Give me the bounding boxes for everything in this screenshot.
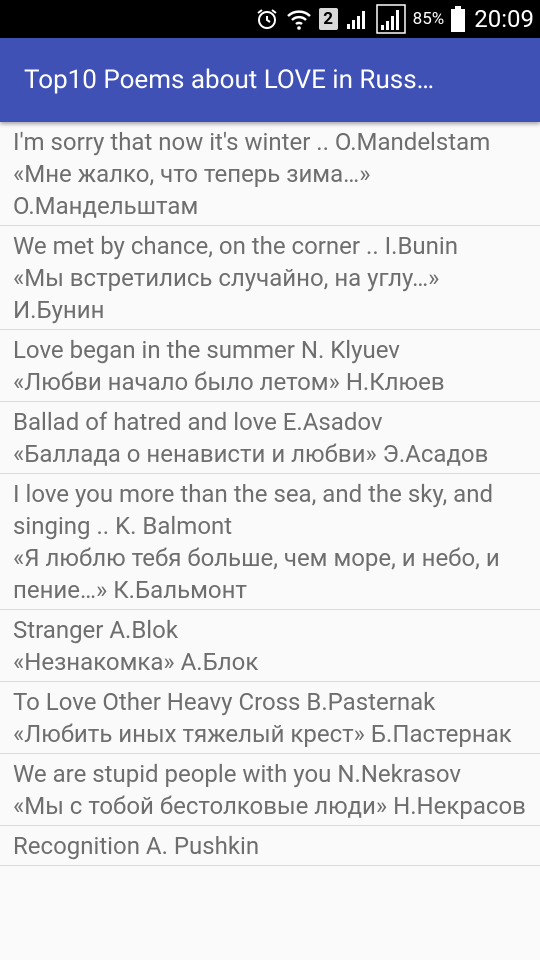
poem-list-item[interactable]: I love you more than the sea, and the sk… xyxy=(0,474,540,610)
poem-list-item[interactable]: To Love Other Heavy Cross B.Pasternak «Л… xyxy=(0,682,540,754)
poem-list-item[interactable]: I'm sorry that now it's winter .. O.Mand… xyxy=(0,122,540,226)
battery-percent: 85% xyxy=(412,9,445,29)
app-title: Top10 Poems about LOVE in Russ… xyxy=(24,65,435,95)
battery-icon xyxy=(451,6,466,32)
wifi-icon xyxy=(286,10,311,30)
clock: 20:09 xyxy=(474,5,534,33)
poem-list-item[interactable]: Love began in the summer N. Klyuev «Любв… xyxy=(0,330,540,402)
poem-list[interactable]: I'm sorry that now it's winter .. O.Mand… xyxy=(0,122,540,960)
status-icons: 2 85% 20:09 xyxy=(255,0,534,38)
signal-icon xyxy=(375,4,406,34)
poem-list-item[interactable]: Recognition A. Pushkin xyxy=(0,826,540,866)
sim-2-badge: 2 xyxy=(318,8,338,30)
status-bar: 2 85% 20:09 xyxy=(0,0,540,38)
alarm-icon xyxy=(257,9,277,29)
poem-list-item[interactable]: We are stupid people with you N.Nekrasov… xyxy=(0,754,540,826)
app-bar: Top10 Poems about LOVE in Russ… xyxy=(0,38,540,122)
poem-list-item[interactable]: Stranger A.Blok «Незнакомка» А.Блок xyxy=(0,610,540,682)
signal-icon xyxy=(346,11,365,29)
poem-list-item[interactable]: Ballad of hatred and love E.Asadov «Балл… xyxy=(0,402,540,474)
poem-list-item[interactable]: We met by chance, on the corner .. I.Bun… xyxy=(0,226,540,330)
